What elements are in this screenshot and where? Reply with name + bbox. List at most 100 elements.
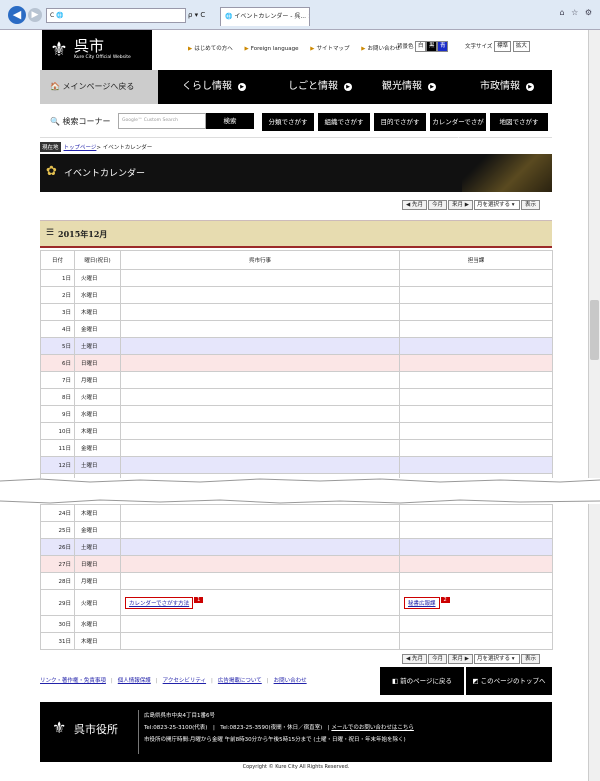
day-cell: 9日 <box>40 405 75 423</box>
day-cell: 5日 <box>40 337 75 355</box>
footer-contact-info: 広島県呉市中央4丁目1番6号 Tel:0823-25-3100(代表) | Te… <box>144 710 414 746</box>
header-link-foreign[interactable]: ▶ Foreign language <box>245 46 304 52</box>
header-link-sitemap[interactable]: ▶ サイトマップ <box>310 46 354 52</box>
separator: | <box>211 678 213 684</box>
this-month-button[interactable]: 今月 <box>427 200 447 210</box>
event-cell <box>120 388 400 406</box>
address-bar[interactable]: C 🌐 <box>46 8 186 23</box>
prev-page-button[interactable]: ◧ 前のページに戻る <box>380 667 464 695</box>
day-cell: 8日 <box>40 388 75 406</box>
calendar-month: 2015年12月 <box>58 229 108 239</box>
dept-cell <box>399 504 553 522</box>
dept-cell <box>399 320 553 338</box>
next-month-button[interactable]: 来月 ▶ <box>448 200 473 210</box>
main-navigation: 🏠 メインページへ戻る くらし情報 ▶ しごと情報 ▶ 観光情報 ▶ 市政情報 ▶ <box>40 70 552 104</box>
event-cell <box>120 521 400 539</box>
table-row: 30日 水曜日 <box>40 615 553 633</box>
event-cell <box>120 555 400 573</box>
dept-cell <box>399 456 553 474</box>
weekday-cell: 水曜日 <box>74 405 121 423</box>
dept-link[interactable]: 秘書広報課 <box>404 596 440 609</box>
find-by-category-button[interactable]: 分類でさがす <box>262 113 314 131</box>
find-by-map-button[interactable]: 地図でさがす <box>490 113 548 131</box>
footer-link-copyright[interactable]: リンク・著作権・免責事項 <box>40 678 106 684</box>
page-title: イベントカレンダー <box>64 169 146 179</box>
month-select[interactable]: 月を選択する ▾ <box>473 200 520 210</box>
search-input[interactable]: Google™ Custom Search <box>118 113 206 129</box>
copyright: Copyright © Kure City All Rights Reserve… <box>242 764 350 770</box>
table-row: 6日 日曜日 <box>40 354 553 372</box>
search-refresh-icon[interactable]: ρ ▾ C <box>188 8 218 23</box>
header-link-beginners[interactable]: ▶ はじめての方へ <box>188 46 238 52</box>
bgcolor-blue-button[interactable]: 青 <box>437 41 449 52</box>
site-header: ⚜ 呉市 Kure City Official Website ▶ はじめての方へ… <box>40 30 552 70</box>
day-cell: 28日 <box>40 572 75 590</box>
show-button[interactable]: 表示 <box>520 654 540 664</box>
nav-item-government[interactable]: 市政情報 ▶ <box>480 70 534 104</box>
footer-link-ads[interactable]: 広告掲載について <box>218 678 262 684</box>
footer-link-contact[interactable]: お問い合わせ <box>274 678 307 684</box>
nav-item-tourism[interactable]: 観光情報 ▶ <box>382 70 436 104</box>
bgcolor-white-button[interactable]: 白 <box>415 41 427 52</box>
col-header-weekday: 曜日(祝日) <box>74 250 121 270</box>
weekday-cell: 火曜日 <box>74 388 121 406</box>
page-top-button[interactable]: ◩ このページのトップへ <box>466 667 552 695</box>
textsize-large-button[interactable]: 拡大 <box>512 41 530 52</box>
forward-button[interactable]: ▶ <box>28 8 42 22</box>
prev-month-button[interactable]: ◀ 先月 <box>402 654 427 664</box>
table-row: 9日 水曜日 <box>40 405 553 423</box>
show-button[interactable]: 表示 <box>520 200 540 210</box>
day-cell: 26日 <box>40 538 75 556</box>
bgcolor-black-button[interactable]: 黒 <box>426 41 438 52</box>
dept-cell <box>399 422 553 440</box>
calendar-header-rule <box>40 246 552 248</box>
find-by-calendar-button[interactable]: カレンダーでさがす <box>430 113 486 144</box>
weekday-cell: 日曜日 <box>74 354 121 372</box>
nav-home-button[interactable]: 🏠 メインページへ戻る <box>40 70 158 104</box>
month-navigation-bottom: ◀ 先月 今月 来月 ▶ 月を選択する ▾ 表示 <box>402 654 541 664</box>
scrollbar-thumb[interactable] <box>590 300 599 360</box>
event-link[interactable]: カレンダーでさがす方法 <box>125 596 194 609</box>
calendar-header: ☰ 2015年12月 <box>40 220 552 246</box>
event-cell: カレンダーでさがす方法1 <box>120 589 400 616</box>
bgcolor-label: 背景色 <box>397 44 414 50</box>
separator: | <box>155 678 158 684</box>
back-button[interactable]: ◀ <box>8 6 26 24</box>
this-month-button[interactable]: 今月 <box>427 654 447 664</box>
nav-item-living[interactable]: くらし情報 ▶ <box>182 70 246 104</box>
next-month-button[interactable]: 来月 ▶ <box>448 654 473 664</box>
table-row: 1日 火曜日 <box>40 269 553 287</box>
page-scrollbar[interactable] <box>588 30 600 781</box>
weekday-cell: 木曜日 <box>74 504 121 522</box>
weekday-cell: 木曜日 <box>74 303 121 321</box>
prev-month-button[interactable]: ◀ 先月 <box>402 200 427 210</box>
col-header-date: 日付 <box>40 250 75 270</box>
textsize-standard-button[interactable]: 標準 <box>494 41 512 52</box>
event-cell <box>120 405 400 423</box>
dept-cell <box>399 337 553 355</box>
up-arrow-icon: ◩ <box>472 677 479 685</box>
weekday-cell: 土曜日 <box>74 337 121 355</box>
find-by-organization-button[interactable]: 組織でさがす <box>318 113 370 131</box>
nav-item-work[interactable]: しごと情報 ▶ <box>288 70 352 104</box>
breadcrumb-home-link[interactable]: トップページ <box>64 145 97 151</box>
footer-link-accessibility[interactable]: アクセシビリティ <box>163 678 206 684</box>
day-cell: 11日 <box>40 439 75 457</box>
search-button[interactable]: 検索 <box>206 113 254 129</box>
browser-tools-icons[interactable]: ⌂ ☆ ⚙ <box>559 8 594 17</box>
month-select[interactable]: 月を選択する ▾ <box>473 654 520 664</box>
footer-tel: Tel:0823-25-3100(代表) | Tel:0823-25-3590(… <box>144 725 330 731</box>
find-by-purpose-button[interactable]: 目的でさがす <box>374 113 426 131</box>
dept-cell <box>399 632 553 650</box>
text-size-switcher: 文字サイズ 標準 拡大 <box>465 41 530 53</box>
dept-cell <box>399 269 553 287</box>
day-cell: 1日 <box>40 269 75 287</box>
event-cell <box>120 439 400 457</box>
day-cell: 12日 <box>40 456 75 474</box>
site-logo[interactable]: ⚜ 呉市 Kure City Official Website <box>42 30 152 70</box>
browser-tab[interactable]: 🌐 イベントカレンダー - 呉... ✕ <box>220 7 310 26</box>
day-cell: 3日 <box>40 303 75 321</box>
footer-link-privacy[interactable]: 個人情報保護 <box>118 678 151 684</box>
weekday-cell: 土曜日 <box>74 538 121 556</box>
footer-mail-link[interactable]: メールでのお問い合わせはこちら <box>331 725 414 731</box>
